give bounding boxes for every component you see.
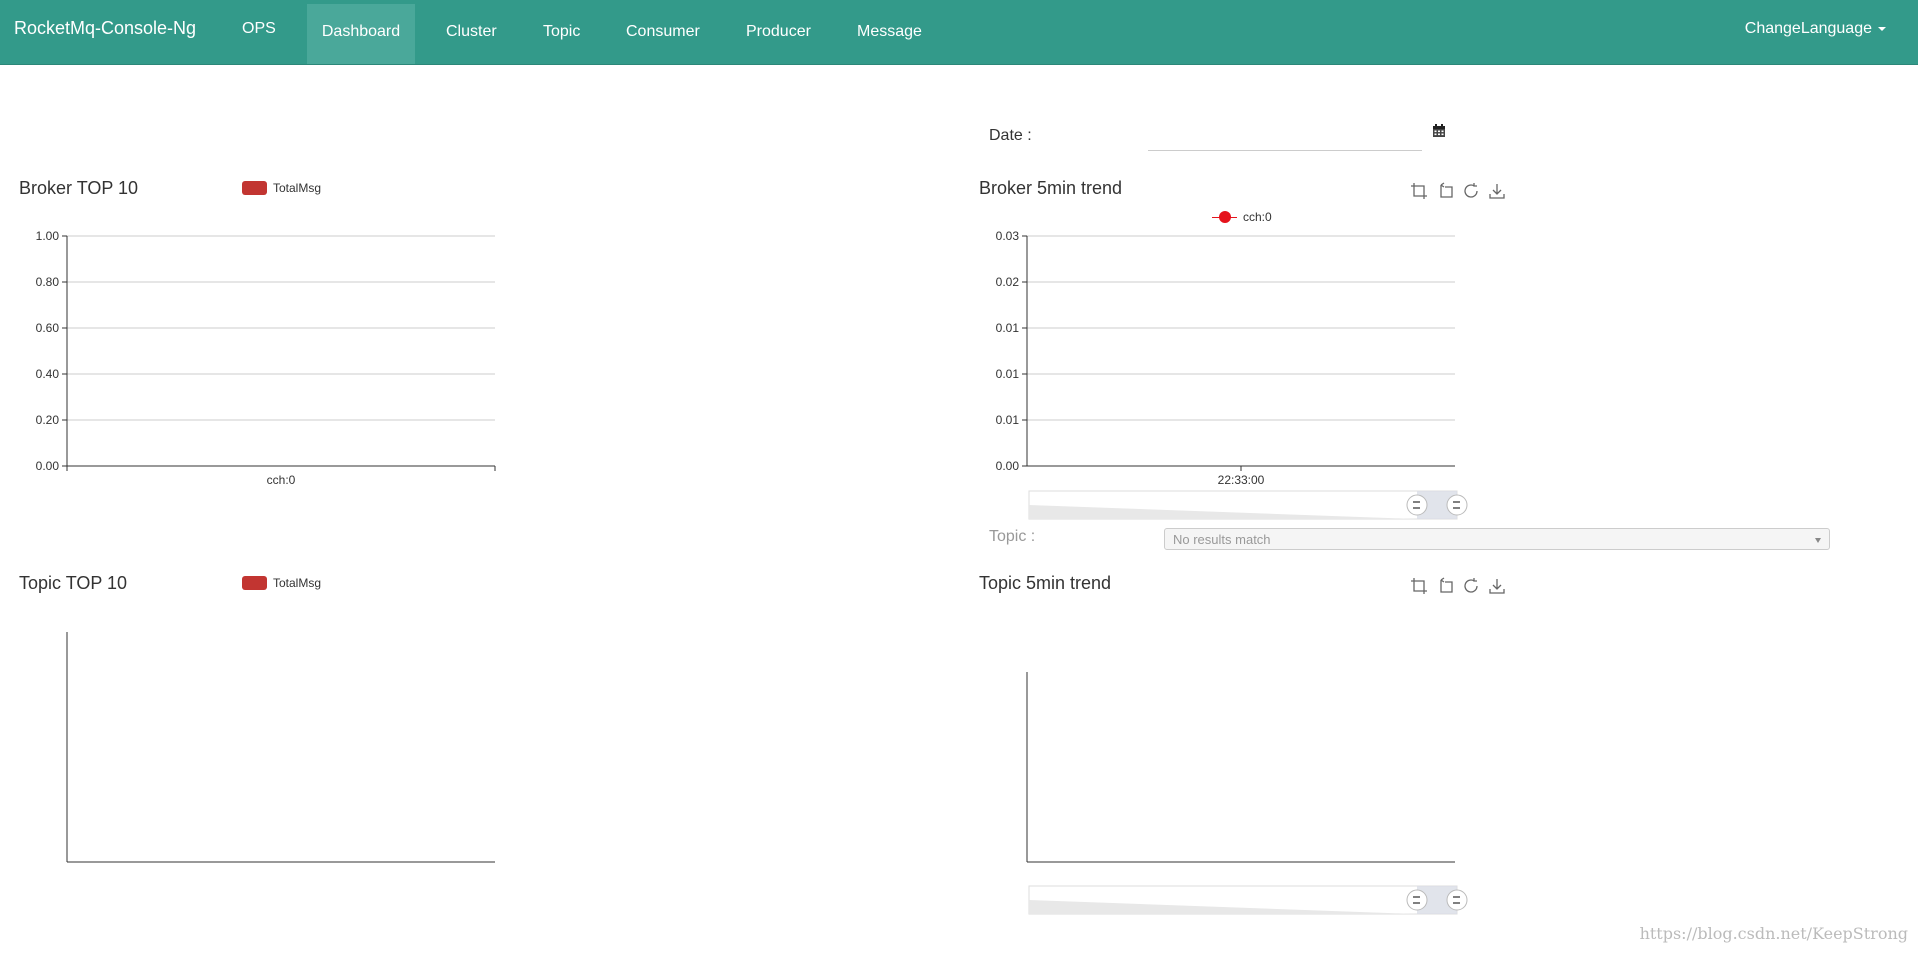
y-tick-label: 0.01 bbox=[996, 321, 1020, 335]
zoom-icon[interactable] bbox=[1410, 577, 1428, 595]
nav-dashboard[interactable]: Dashboard bbox=[307, 4, 415, 64]
topic-label: Topic : bbox=[989, 528, 1036, 545]
restore-icon[interactable] bbox=[1462, 182, 1480, 200]
topic-trend-title: Topic 5min trend bbox=[979, 573, 1112, 593]
y-tick-label: 0.80 bbox=[36, 275, 60, 289]
change-language-dropdown[interactable]: ChangeLanguage bbox=[1745, 0, 1886, 58]
dropdown-arrow-icon bbox=[1815, 538, 1821, 543]
topic-select-placeholder: No results match bbox=[1173, 532, 1271, 547]
broker-trend-title: Broker 5min trend bbox=[979, 178, 1123, 198]
legend-swatch bbox=[242, 181, 267, 195]
broker-trend-chart: 0.00 0.01 0.01 0.01 0.02 0.03 22:33:00 bbox=[996, 229, 1468, 520]
zoom-icon[interactable] bbox=[1410, 182, 1428, 200]
y-tick-label: 0.00 bbox=[36, 459, 60, 473]
topic-top10-title: Topic TOP 10 bbox=[19, 573, 128, 593]
topic-select[interactable]: No results match bbox=[1164, 528, 1830, 550]
brand-title[interactable]: RocketMq-Console-Ng bbox=[14, 18, 196, 39]
restore-icon[interactable] bbox=[1462, 577, 1480, 595]
x-tick-label: cch:0 bbox=[267, 473, 296, 487]
nav-cluster[interactable]: Cluster bbox=[446, 4, 497, 64]
change-language-label: ChangeLanguage bbox=[1744, 20, 1872, 37]
topic-trend-chart bbox=[1026, 672, 1468, 915]
legend-swatch bbox=[242, 576, 267, 590]
broker-trend-toolbox bbox=[1410, 182, 1506, 200]
broker-top10-legend[interactable]: TotalMsg bbox=[242, 181, 321, 195]
date-input[interactable] bbox=[1148, 122, 1422, 151]
nav-producer[interactable]: Producer bbox=[746, 4, 811, 64]
broker-top10-title: Broker TOP 10 bbox=[19, 178, 139, 198]
date-label: Date : bbox=[989, 127, 1032, 144]
legend-label: TotalMsg bbox=[273, 181, 322, 195]
nav-topic[interactable]: Topic bbox=[543, 4, 580, 64]
datazoom-handle-icon bbox=[1406, 494, 1428, 516]
datazoom-handle-icon bbox=[1446, 494, 1468, 516]
datazoom-handle-icon bbox=[1406, 889, 1428, 911]
nav-ops[interactable]: OPS bbox=[242, 0, 276, 60]
y-tick-label: 0.01 bbox=[996, 367, 1020, 381]
topic-top10-chart bbox=[66, 632, 495, 863]
y-tick-label: 0.03 bbox=[996, 229, 1020, 243]
watermark: https://blog.csdn.net/KeepStrong bbox=[1639, 924, 1908, 943]
broker-top10-chart: 0.00 0.20 0.40 0.60 0.80 1.00 cch:0 bbox=[36, 229, 496, 487]
y-tick-label: 0.02 bbox=[996, 275, 1020, 289]
x-tick-label: 22:33:00 bbox=[1218, 473, 1265, 487]
caret-down-icon bbox=[1878, 26, 1886, 31]
y-tick-label: 0.40 bbox=[36, 367, 60, 381]
y-tick-label: 0.01 bbox=[996, 413, 1020, 427]
zoom-reset-icon[interactable] bbox=[1436, 182, 1454, 200]
datazoom-handle-icon bbox=[1446, 889, 1468, 911]
calendar-icon[interactable] bbox=[1432, 124, 1446, 138]
zoom-reset-icon[interactable] bbox=[1436, 577, 1454, 595]
topic-top10-legend[interactable]: TotalMsg bbox=[242, 576, 321, 590]
nav-consumer[interactable]: Consumer bbox=[626, 4, 700, 64]
download-icon[interactable] bbox=[1488, 182, 1506, 200]
legend-label: TotalMsg bbox=[273, 576, 322, 590]
topic-trend-toolbox bbox=[1410, 577, 1506, 595]
y-tick-label: 0.60 bbox=[36, 321, 60, 335]
y-tick-label: 0.20 bbox=[36, 413, 60, 427]
download-icon[interactable] bbox=[1488, 577, 1506, 595]
y-tick-label: 0.00 bbox=[996, 459, 1020, 473]
nav-message[interactable]: Message bbox=[857, 4, 922, 64]
y-tick-label: 1.00 bbox=[36, 229, 60, 243]
top-navbar: RocketMq-Console-Ng OPS Dashboard Cluste… bbox=[0, 0, 1918, 65]
